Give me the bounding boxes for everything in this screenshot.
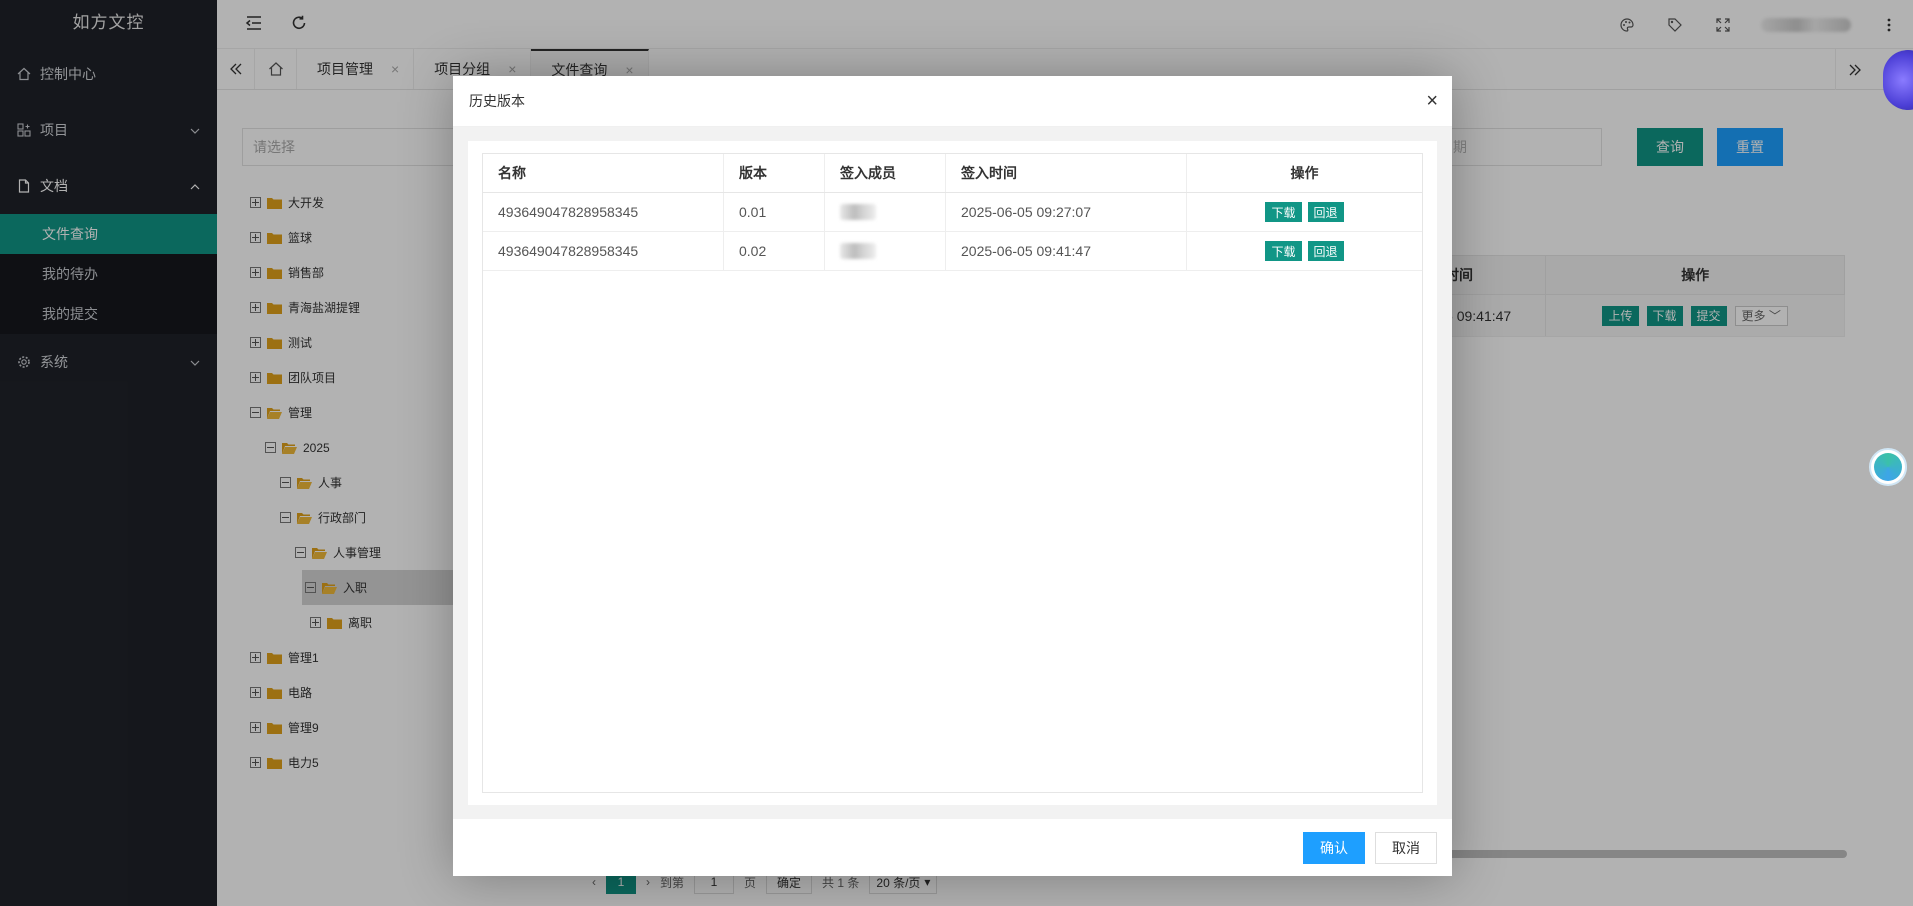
dialog-footer: 确认 取消 — [453, 819, 1452, 876]
col-name: 名称 — [483, 154, 724, 192]
cell-member — [825, 232, 946, 270]
cell-name: 493649047828958345 — [483, 193, 724, 231]
col-ops: 操作 — [1290, 165, 1319, 181]
cell-time: 2025-06-05 09:27:07 — [946, 193, 1187, 231]
confirm-button[interactable]: 确认 — [1303, 831, 1365, 864]
member-avatar-blurred — [840, 243, 876, 259]
download-button[interactable]: 下载 — [1265, 202, 1302, 222]
rollback-button[interactable]: 回退 — [1307, 202, 1344, 222]
table-header: 名称 版本 签入成员 签入时间 操作 — [483, 154, 1422, 193]
cell-version: 0.02 — [724, 232, 825, 270]
member-avatar-blurred — [840, 204, 876, 220]
download-button[interactable]: 下载 — [1265, 241, 1302, 261]
col-time: 签入时间 — [946, 154, 1187, 192]
dialog-body: 名称 版本 签入成员 签入时间 操作 493649047828958345 0.… — [453, 127, 1452, 819]
cell-name: 493649047828958345 — [483, 232, 724, 270]
rollback-button[interactable]: 回退 — [1307, 241, 1344, 261]
version-table: 名称 版本 签入成员 签入时间 操作 493649047828958345 0.… — [482, 153, 1423, 793]
helper-logo-icon — [1874, 453, 1902, 481]
cell-time: 2025-06-05 09:41:47 — [946, 232, 1187, 270]
col-member: 签入成员 — [825, 154, 946, 192]
dialog-inner-panel: 名称 版本 签入成员 签入时间 操作 493649047828958345 0.… — [468, 141, 1437, 805]
close-icon[interactable]: × — [1426, 76, 1438, 127]
helper-float-icon[interactable] — [1869, 448, 1907, 486]
dialog-title: 历史版本 × — [453, 76, 1452, 127]
cell-member — [825, 193, 946, 231]
col-version: 版本 — [724, 154, 825, 192]
dialog-title-text: 历史版本 — [469, 93, 525, 109]
cell-version: 0.01 — [724, 193, 825, 231]
cell-ops: 下载 回退 — [1187, 193, 1422, 231]
cell-ops: 下载 回退 — [1187, 232, 1422, 270]
table-row: 493649047828958345 0.01 2025-06-05 09:27… — [483, 193, 1422, 232]
table-row: 493649047828958345 0.02 2025-06-05 09:41… — [483, 232, 1422, 271]
cancel-button[interactable]: 取消 — [1375, 831, 1437, 864]
history-version-dialog: 历史版本 × 名称 版本 签入成员 签入时间 操作 49364904782895… — [453, 76, 1452, 876]
